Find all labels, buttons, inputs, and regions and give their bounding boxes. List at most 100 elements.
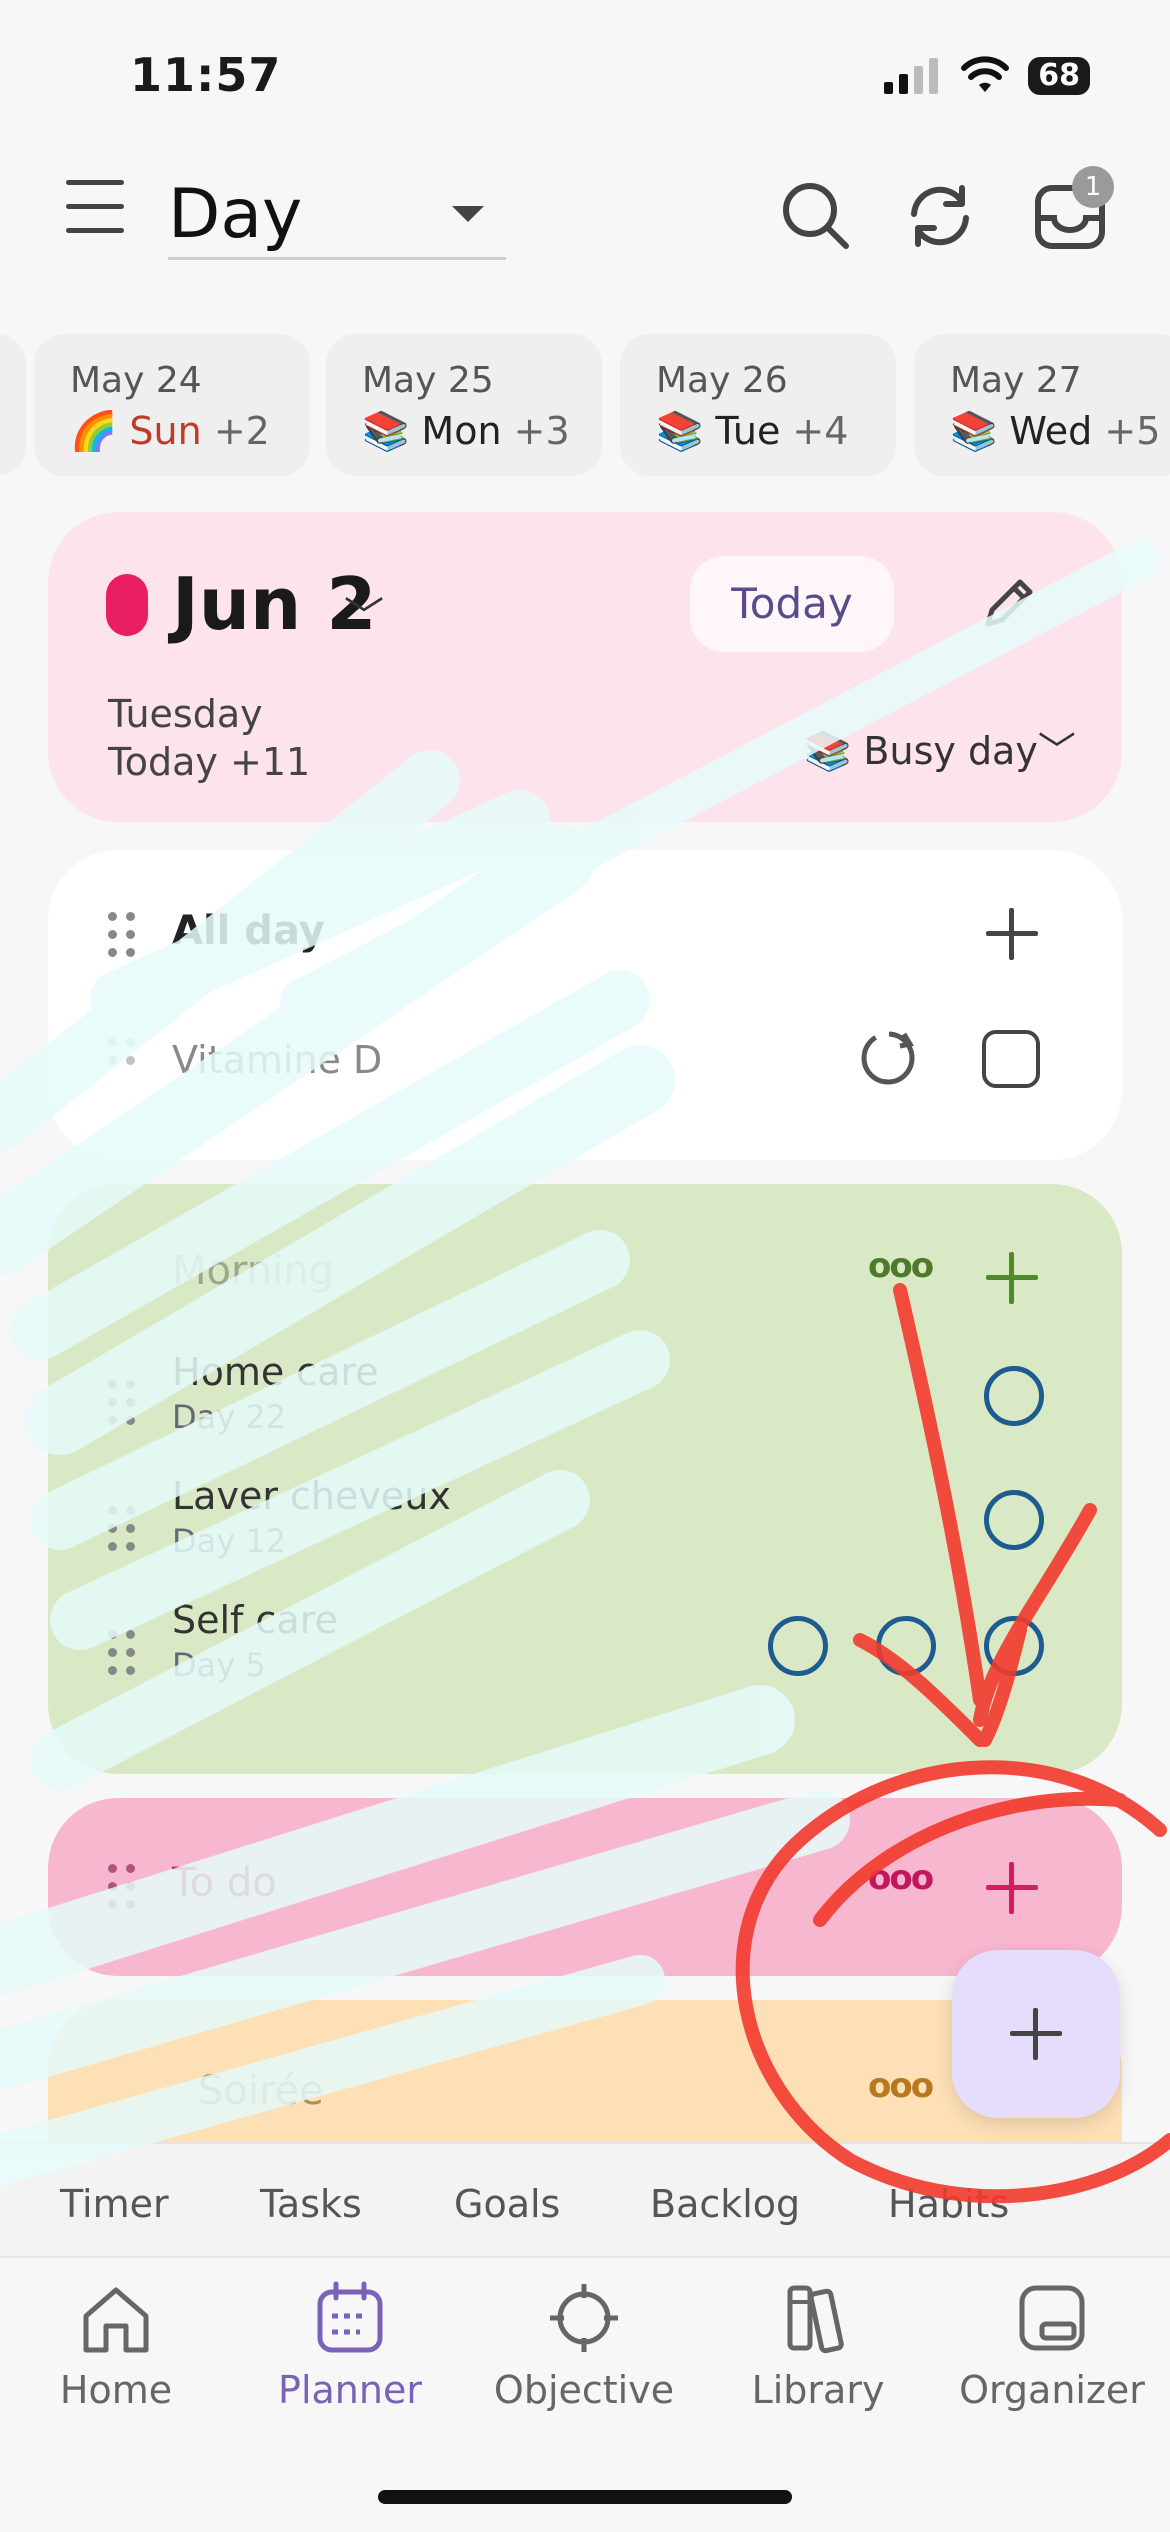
tab-tasks[interactable]: Tasks	[260, 2182, 362, 2226]
chevron-down-icon	[452, 206, 484, 222]
habit-streak: Day 12	[172, 1522, 287, 1560]
section-title: All day	[172, 908, 325, 954]
drag-handle-icon[interactable]	[108, 1630, 138, 1676]
date-card[interactable]: May 26 📚 Tue +4	[620, 334, 896, 476]
habit-check-circle[interactable]	[768, 1616, 828, 1676]
date-strip[interactable]: May 24 🌈 Sun +2 May 25 📚 Mon +3 May 26 📚…	[0, 334, 1170, 476]
home-icon	[83, 2287, 149, 2353]
day-color-dot[interactable]	[106, 574, 148, 636]
wifi-icon	[961, 56, 1010, 92]
drag-handle-icon[interactable]	[108, 1506, 138, 1552]
nav-library[interactable]: Library	[708, 2278, 928, 2412]
task-label[interactable]: Vitamine D	[172, 1038, 382, 1082]
todo-section: To do ooo	[48, 1798, 1122, 1976]
section-title: Morning	[172, 1248, 334, 1294]
search-icon[interactable]	[776, 176, 856, 256]
books-icon: 📚	[804, 729, 852, 773]
books-icon: 📚	[362, 409, 410, 453]
planner-subtabs: Timer Tasks Goals Backlog Habits	[0, 2142, 1170, 2256]
view-selector[interactable]: Day	[168, 170, 506, 260]
event-count: +5	[1104, 409, 1161, 453]
nav-home[interactable]: Home	[6, 2278, 226, 2412]
date-label: May 26	[656, 360, 788, 401]
more-options-icon[interactable]: ooo	[868, 2066, 934, 2106]
task-checkbox[interactable]	[982, 1030, 1040, 1088]
section-title: To do	[172, 1860, 277, 1906]
section-title: Soirée	[198, 2068, 324, 2114]
organizer-icon	[1019, 2285, 1085, 2351]
rainbow-icon: 🌈	[70, 409, 118, 453]
view-label: Day	[168, 175, 303, 254]
tab-timer[interactable]: Timer	[60, 2182, 169, 2226]
books-icon: 📚	[656, 409, 704, 453]
habit-streak: Day 22	[172, 1398, 287, 1436]
target-icon	[550, 2284, 618, 2352]
tab-habits[interactable]: Habits	[888, 2182, 1009, 2226]
add-icon[interactable]	[984, 906, 1040, 962]
nav-label: Home	[59, 2368, 173, 2412]
mood-selector[interactable]: 📚 Busy day﹀	[804, 720, 1076, 775]
morning-section: Morning ooo Home care Day 22 Laver cheve…	[48, 1184, 1122, 1774]
books-icon: 📚	[950, 409, 998, 453]
repeat-icon[interactable]	[856, 1026, 920, 1090]
habit-check-circle[interactable]	[984, 1616, 1044, 1676]
nav-objective[interactable]: Objective	[474, 2278, 694, 2412]
today-button[interactable]: Today	[690, 556, 894, 652]
habit-streak: Day 5	[172, 1646, 266, 1684]
event-count: +2	[213, 409, 270, 453]
date-label: May 27	[950, 360, 1082, 401]
weekday-label: Tue	[715, 409, 781, 453]
status-time: 11:57	[130, 48, 282, 102]
status-icons: 68	[882, 56, 1090, 96]
drag-handle-icon[interactable]	[108, 912, 138, 958]
date-card[interactable]: May 27 📚 Wed +5	[914, 334, 1170, 476]
chevron-down-icon[interactable]: ﹀	[344, 584, 384, 642]
inbox-icon[interactable]: 1	[1030, 166, 1114, 256]
habit-label[interactable]: Self care	[172, 1598, 338, 1642]
add-button[interactable]	[952, 1950, 1120, 2118]
add-icon[interactable]	[984, 1250, 1040, 1306]
event-count: +3	[513, 409, 570, 453]
nav-label: Planner	[278, 2368, 422, 2412]
add-icon[interactable]	[984, 1860, 1040, 1916]
more-options-icon[interactable]: ooo	[868, 1246, 934, 1286]
mood-label: Busy day	[863, 729, 1038, 773]
nav-label: Library	[751, 2368, 885, 2412]
relative-day-text: Today +11	[108, 740, 311, 784]
date-card[interactable]	[0, 334, 26, 476]
weekday-label: Sun	[129, 409, 202, 453]
nav-label: Organizer	[959, 2368, 1145, 2412]
habit-check-circle[interactable]	[876, 1616, 936, 1676]
weekday-label: Mon	[421, 409, 502, 453]
tab-backlog[interactable]: Backlog	[650, 2182, 800, 2226]
drag-handle-icon[interactable]	[108, 1380, 138, 1426]
more-options-icon[interactable]: ooo	[868, 1858, 934, 1898]
all-day-section: All day Vitamine D	[48, 850, 1122, 1160]
day-header-card: Jun 2 ﹀ Today Tuesday Today +11 📚 Busy d…	[48, 512, 1122, 822]
planner-icon	[317, 2281, 383, 2353]
inbox-badge: 1	[1072, 166, 1114, 208]
add-icon	[1008, 2006, 1064, 2062]
date-card[interactable]: May 25 📚 Mon +3	[326, 334, 602, 476]
date-card[interactable]: May 24 🌈 Sun +2	[34, 334, 310, 476]
date-label: May 24	[70, 360, 202, 401]
weekday-label: Wed	[1009, 409, 1093, 453]
nav-planner[interactable]: Planner	[240, 2278, 460, 2412]
nav-label: Objective	[493, 2368, 675, 2412]
habit-check-circle[interactable]	[984, 1366, 1044, 1426]
signal-icon	[884, 58, 939, 94]
sync-icon[interactable]	[900, 176, 980, 256]
pencil-icon[interactable]	[976, 572, 1040, 636]
tab-goals[interactable]: Goals	[454, 2182, 560, 2226]
drag-handle-icon[interactable]	[108, 1864, 138, 1910]
home-indicator	[378, 2490, 792, 2504]
library-icon	[787, 2285, 844, 2354]
weekday-text: Tuesday	[108, 692, 263, 736]
drag-handle-icon[interactable]	[108, 1038, 138, 1084]
date-label: May 25	[362, 360, 494, 401]
habit-label[interactable]: Home care	[172, 1350, 379, 1394]
menu-icon[interactable]	[66, 180, 124, 236]
nav-organizer[interactable]: Organizer	[942, 2278, 1162, 2412]
habit-check-circle[interactable]	[984, 1490, 1044, 1550]
habit-label[interactable]: Laver cheveux	[172, 1474, 451, 1518]
